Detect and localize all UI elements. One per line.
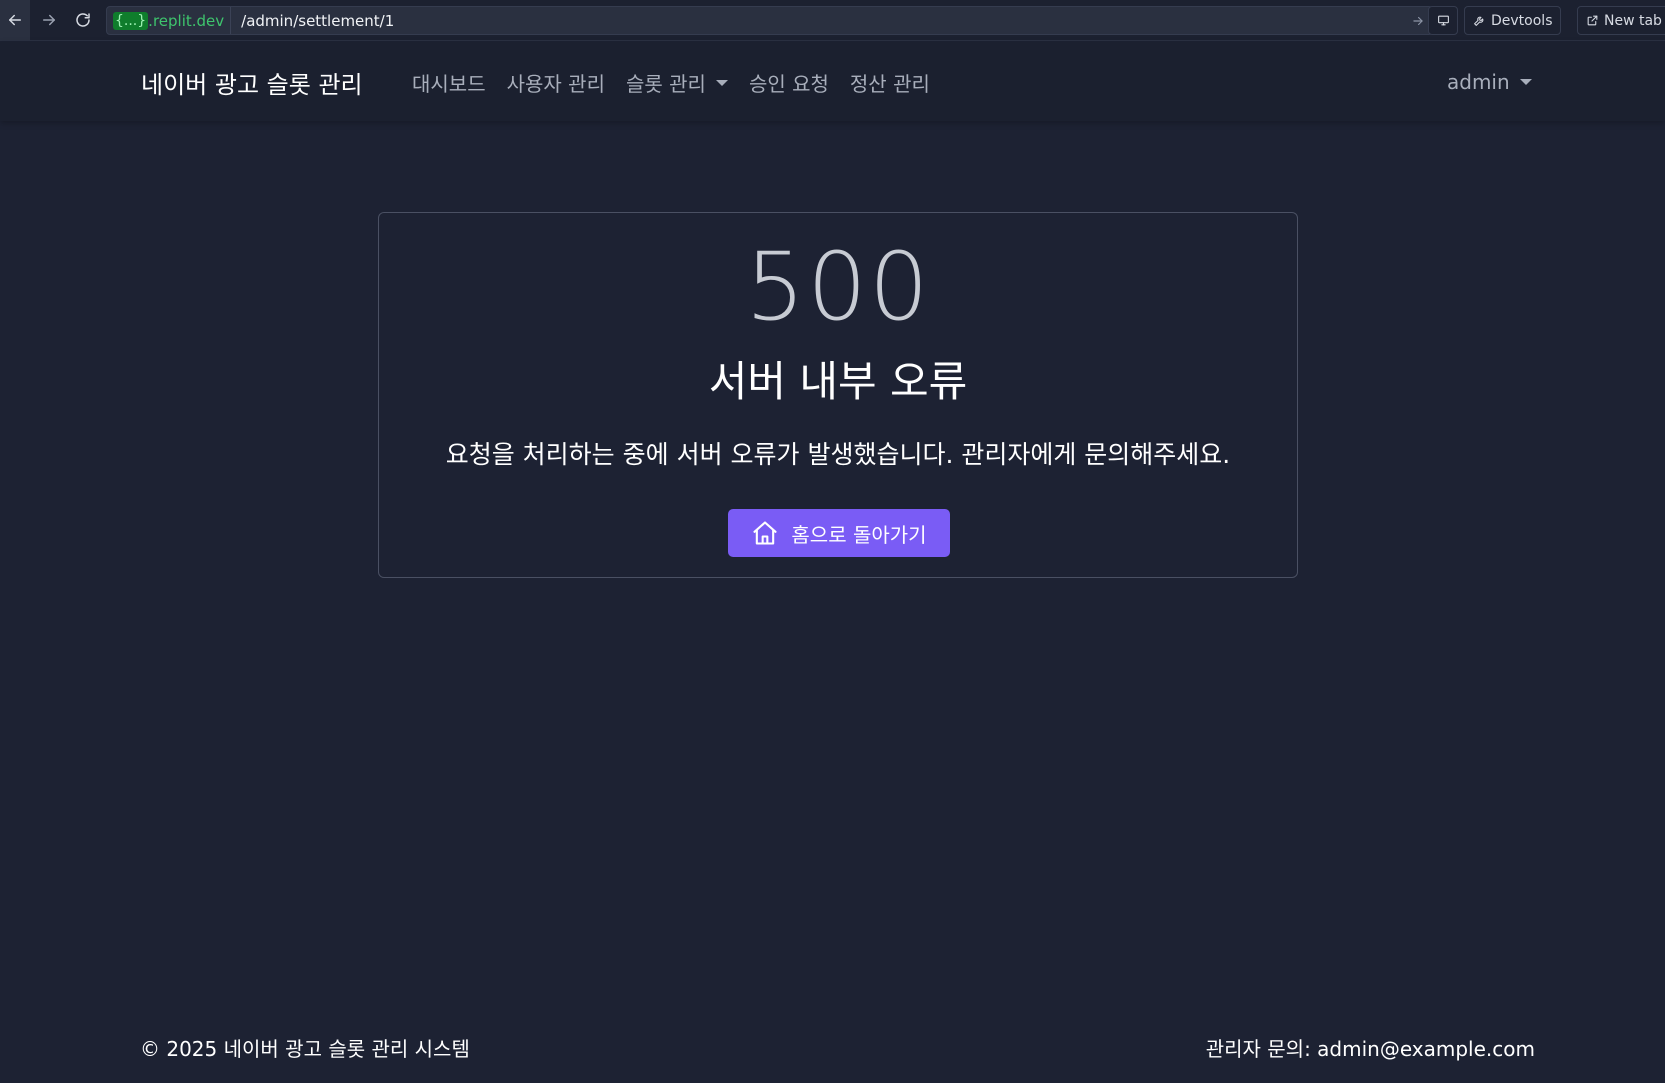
error-message: 요청을 처리하는 중에 서버 오류가 발생했습니다. 관리자에게 문의해주세요. [445, 440, 1231, 469]
footer-contact-email[interactable]: admin@example.com [1317, 1037, 1535, 1061]
nav-item-dashboard[interactable]: 대시보드 [412, 68, 486, 97]
nav-item-approvals[interactable]: 승인 요청 [749, 68, 829, 97]
error-title: 서버 내부 오류 [708, 357, 968, 406]
chevron-down-icon [1519, 79, 1532, 85]
arrow-right-icon [43, 14, 55, 26]
home-icon [753, 521, 777, 545]
app-navbar: 네이버 광고 슬롯 관리 대시보드 사용자 관리 슬롯 관리 승인 요청 정산 … [0, 42, 1665, 121]
reload-button[interactable] [66, 0, 100, 41]
browser-toolbar: {...} .replit.dev /admin/settlement/1 De… [0, 0, 1665, 41]
arrow-right-icon [1413, 16, 1423, 25]
nav-item-slots-label: 슬롯 관리 [625, 72, 706, 96]
monitor-icon [1437, 15, 1449, 26]
nav-item-settlement[interactable]: 정산 관리 [850, 68, 930, 97]
user-name: admin [1447, 70, 1510, 94]
wrench-icon [1474, 16, 1484, 26]
new-tab-label: New tab [1604, 12, 1662, 29]
footer-contact: 관리자 문의: admin@example.com [1206, 1033, 1535, 1062]
arrow-left-icon [9, 14, 21, 26]
main-menu: 대시보드 사용자 관리 슬롯 관리 승인 요청 정산 관리 [412, 68, 930, 97]
url-path[interactable]: /admin/settlement/1 [231, 12, 1404, 30]
footer-contact-label: 관리자 문의: [1205, 1037, 1318, 1061]
nav-item-slots-dropdown[interactable]: 슬롯 관리 [626, 68, 728, 97]
nav-item-users[interactable]: 사용자 관리 [507, 68, 605, 97]
domain-tag: {...} [113, 11, 149, 30]
reload-icon [76, 13, 90, 27]
error-card: 500 서버 내부 오류 요청을 처리하는 중에 서버 오류가 발생했습니다. … [378, 212, 1298, 578]
forward-button[interactable] [32, 0, 66, 41]
user-menu-dropdown[interactable]: admin [1447, 70, 1532, 94]
footer-copyright: © 2025 네이버 광고 슬롯 관리 시스템 [140, 1037, 470, 1061]
screen-button[interactable] [1428, 6, 1458, 35]
back-button[interactable] [0, 0, 30, 40]
chevron-down-icon [715, 79, 728, 86]
new-tab-button[interactable]: New tab [1577, 6, 1665, 35]
domain-chip[interactable]: {...} .replit.dev [107, 7, 232, 34]
home-button[interactable]: 홈으로 돌아가기 [728, 509, 950, 557]
external-link-icon [1587, 15, 1598, 26]
devtools-label: Devtools [1491, 12, 1553, 29]
home-button-label: 홈으로 돌아가기 [791, 522, 927, 547]
domain-suffix: .replit.dev [148, 11, 225, 30]
brand-link[interactable]: 네이버 광고 슬롯 관리 [141, 65, 363, 100]
address-bar[interactable]: {...} .replit.dev /admin/settlement/1 [106, 6, 1433, 35]
error-code: 500 [745, 233, 931, 342]
devtools-button[interactable]: Devtools [1464, 6, 1562, 35]
